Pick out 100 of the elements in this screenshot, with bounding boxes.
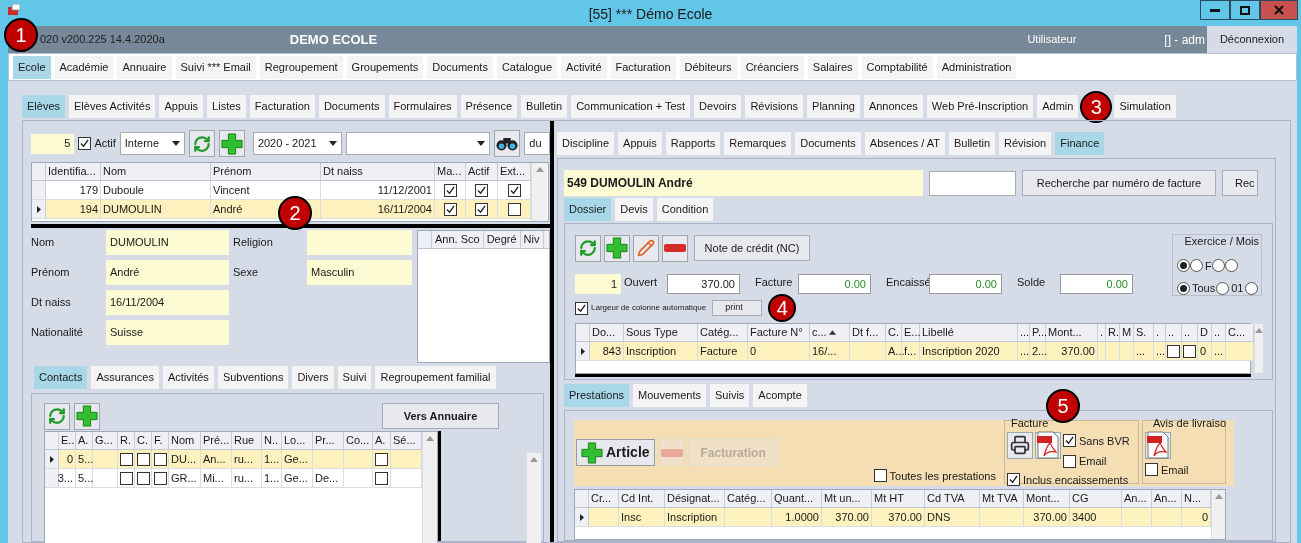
column-header[interactable]: .. xyxy=(1214,324,1221,341)
column-header[interactable]: Pré... xyxy=(203,432,230,449)
tab[interactable]: Mouvements xyxy=(633,384,706,407)
tab[interactable]: Dossier xyxy=(564,198,612,221)
checkbox[interactable] xyxy=(153,471,167,485)
edit-button[interactable] xyxy=(633,234,659,262)
pdf-button[interactable] xyxy=(1144,431,1171,459)
column-header[interactable]: Ext... xyxy=(500,163,526,180)
text-field[interactable]: 0.00 xyxy=(798,274,871,294)
table-row[interactable]: 843 Inscription Facture 0 16/... A...f... Inscription 2020 ... 2... 370.00 ... ... 0 ... xyxy=(576,342,1254,361)
scrollbar[interactable] xyxy=(531,163,547,221)
column-header[interactable]: Mt HT xyxy=(874,490,904,507)
scrollbar[interactable] xyxy=(1211,490,1225,539)
tab[interactable]: Documents xyxy=(795,132,861,155)
column-header[interactable]: Cd TVA xyxy=(927,490,965,507)
add-button[interactable] xyxy=(218,130,245,157)
column-header[interactable]: Nom xyxy=(103,163,127,180)
checkbox[interactable] xyxy=(507,183,521,197)
column-header[interactable]: R. xyxy=(1108,324,1119,341)
column-header[interactable]: Niv xyxy=(520,231,544,248)
column-header[interactable]: Cd Int. xyxy=(621,490,654,507)
tab[interactable]: Révisions xyxy=(745,95,804,118)
checkbox[interactable] xyxy=(153,452,167,466)
column-header[interactable]: F. xyxy=(154,432,163,449)
checkbox[interactable] xyxy=(475,202,488,216)
checkbox[interactable] xyxy=(375,452,388,466)
column-header[interactable]: A. xyxy=(78,432,89,449)
tab[interactable]: Suivi *** Email xyxy=(175,55,256,79)
tab[interactable]: Documents xyxy=(318,95,385,118)
checkbox[interactable] xyxy=(136,452,150,466)
refresh-button[interactable] xyxy=(575,234,601,262)
credit-note-button[interactable]: Note de crédit (NC) xyxy=(694,235,810,261)
tab[interactable]: Remarques xyxy=(724,132,792,155)
column-header[interactable]: Pr... xyxy=(315,432,335,449)
tab[interactable]: Groupements xyxy=(346,55,424,79)
column-header[interactable]: . xyxy=(1156,324,1160,341)
tab[interactable]: Planning xyxy=(807,95,860,118)
column-header[interactable]: E... xyxy=(904,324,921,341)
column-header[interactable]: Dt naiss xyxy=(323,163,363,180)
tab[interactable]: Elèves Activités xyxy=(69,95,156,118)
column-header[interactable]: Sous Type xyxy=(626,324,678,341)
column-header[interactable]: Identifia... xyxy=(48,163,96,180)
text-field[interactable]: DUMOULIN xyxy=(106,230,229,255)
tab[interactable]: Regroupement familial xyxy=(375,366,496,389)
column-header[interactable]: Mt TVA xyxy=(982,490,1018,507)
column-header[interactable]: C. xyxy=(888,324,899,341)
table-row[interactable]: 0 5... DU... An... ru... 1... Ge... xyxy=(45,450,422,469)
dropdown[interactable]: 2020 - 2021 xyxy=(252,132,342,155)
checkbox[interactable] xyxy=(1144,463,1158,477)
text-field[interactable] xyxy=(307,230,412,255)
tab[interactable]: Communication + Test xyxy=(571,95,691,118)
column-header[interactable]: A. xyxy=(375,432,386,449)
tab[interactable]: Absences / AT xyxy=(864,132,945,155)
tab[interactable]: Activités xyxy=(162,366,214,389)
radio-button[interactable] xyxy=(1211,259,1225,273)
column-header[interactable]: Do... xyxy=(592,324,616,341)
tab[interactable]: Prestations xyxy=(564,384,630,407)
tab[interactable]: Facturation xyxy=(610,55,676,79)
column-header[interactable]: Ma... xyxy=(437,163,462,180)
radio-button[interactable] xyxy=(1244,281,1258,295)
column-header[interactable]: An... xyxy=(1154,490,1177,507)
checkbox[interactable] xyxy=(1167,344,1180,358)
tab[interactable]: Catalogue xyxy=(496,55,558,79)
checkbox[interactable] xyxy=(507,202,521,216)
tab[interactable]: Listes xyxy=(207,95,246,118)
text-field[interactable]: André xyxy=(106,260,229,285)
logout-button[interactable]: Déconnexion xyxy=(1207,26,1297,53)
tab[interactable]: Ecole xyxy=(13,55,51,79)
column-header[interactable]: c... xyxy=(812,324,827,341)
tab[interactable]: Documents xyxy=(427,55,493,79)
minimize-button[interactable] xyxy=(1200,0,1230,20)
tab[interactable]: Appuis xyxy=(618,132,662,155)
radio-button[interactable] xyxy=(1224,259,1238,273)
column-header[interactable]: G... xyxy=(95,432,113,449)
checkbox[interactable] xyxy=(136,471,150,485)
table-row[interactable]: 179 Duboule Vincent 11/12/2001 xyxy=(32,181,531,200)
text-field[interactable]: Masculin xyxy=(307,260,412,285)
column-header[interactable]: Libellé xyxy=(922,324,954,341)
checkbox[interactable] xyxy=(443,202,457,216)
tab[interactable]: Facturation xyxy=(249,95,315,118)
tab[interactable]: Bulletin xyxy=(948,132,996,155)
column-header[interactable]: S. xyxy=(1136,324,1147,341)
checkbox[interactable] xyxy=(575,301,588,315)
checkbox[interactable] xyxy=(873,469,887,483)
checkbox[interactable] xyxy=(1183,344,1196,358)
invoice-search-button[interactable]: Recherche par numéro de facture xyxy=(1022,170,1216,196)
tab[interactable]: Simulation xyxy=(1114,95,1176,118)
checkbox[interactable] xyxy=(119,452,133,466)
tab[interactable]: Regroupement xyxy=(259,55,343,79)
column-header[interactable]: . xyxy=(1100,324,1104,341)
column-header[interactable]: .. xyxy=(1168,324,1175,341)
column-header[interactable]: Prénom xyxy=(213,163,252,180)
tab[interactable]: Activité xyxy=(561,55,607,79)
text-field[interactable]: 1 xyxy=(575,274,621,294)
column-header[interactable]: C. xyxy=(137,432,148,449)
search-button[interactable] xyxy=(494,130,521,157)
column-header[interactable]: CG xyxy=(1072,490,1089,507)
tab[interactable]: Suivis xyxy=(710,384,750,407)
tab[interactable]: Contacts xyxy=(34,366,88,389)
tab[interactable]: Formulaires xyxy=(388,95,457,118)
